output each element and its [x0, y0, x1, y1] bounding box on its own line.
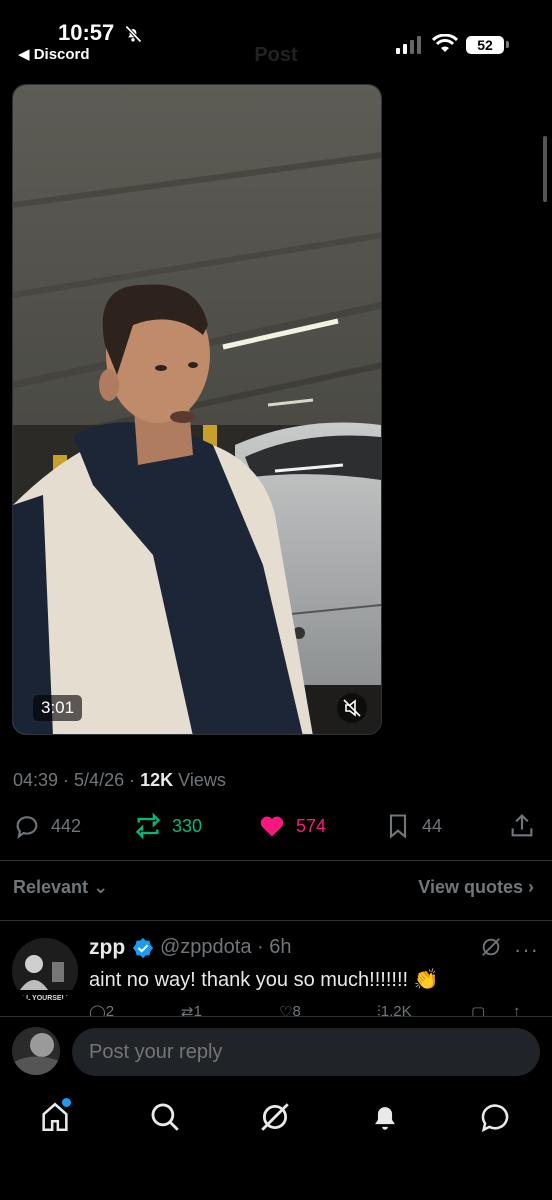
views-label: Views	[178, 770, 226, 790]
bell-off-icon	[125, 25, 142, 43]
reply-author-name[interactable]: zpp	[89, 936, 125, 960]
mute-icon[interactable]	[337, 693, 367, 723]
video-player[interactable]: 3:01	[12, 84, 382, 735]
share-icon	[511, 814, 533, 837]
reply-actions: ◯ 2 ⇄ 1 ♡ 8 ⫶ 1.2K ▢ ↑	[89, 1003, 529, 1017]
cellular-signal-icon	[396, 36, 421, 54]
tab-grok[interactable]	[258, 1100, 292, 1134]
sort-label: Relevant	[13, 877, 89, 897]
chevron-down-icon: ⌄	[93, 877, 109, 897]
post-actions: 442 330 574 44	[0, 812, 552, 848]
reply-reply-count: 2	[105, 1003, 115, 1017]
reply-views-button[interactable]: ⫶ 1.2K	[377, 1003, 412, 1017]
views-count: 12K	[140, 770, 174, 790]
tab-search[interactable]	[148, 1100, 182, 1134]
chevron-right-icon: ›	[528, 877, 534, 897]
compose-bar	[0, 1016, 552, 1088]
reply-count: 442	[51, 815, 82, 836]
tab-messages[interactable]	[478, 1100, 512, 1134]
svg-text:ILL YOURSELF: ILL YOURSELF	[20, 995, 71, 1002]
bookmark-button[interactable]: 44	[384, 812, 442, 840]
avatar-image: ILL YOURSELF	[12, 938, 78, 1004]
reply-handle-time[interactable]: @zppdota · 6h	[160, 936, 292, 959]
message-icon	[481, 1104, 509, 1133]
divider	[0, 860, 552, 861]
tab-notifications[interactable]	[368, 1100, 402, 1134]
divider	[0, 920, 552, 921]
reply-bookmark-icon[interactable]: ▢	[471, 1003, 485, 1017]
bottom-tab-bar	[0, 1090, 552, 1150]
scrollbar[interactable]	[543, 136, 547, 202]
wifi-icon	[432, 34, 458, 52]
video-duration: 3:01	[33, 695, 83, 721]
reply-views-count: 1.2K	[380, 1003, 412, 1017]
bookmark-icon	[389, 814, 407, 839]
post-time: 04:39	[13, 770, 59, 790]
reply-share-icon[interactable]: ↑	[513, 1003, 521, 1017]
like-button[interactable]: 574	[258, 812, 326, 840]
video-frame	[13, 85, 381, 734]
reply-like-button[interactable]: ♡ 8	[279, 1003, 301, 1017]
grok-icon	[261, 1103, 289, 1131]
bookmark-count: 44	[422, 815, 443, 836]
user-avatar-image	[12, 1027, 60, 1075]
user-avatar[interactable]	[12, 1027, 60, 1075]
view-quotes-link[interactable]: View quotes ›	[418, 877, 534, 898]
search-icon	[151, 1103, 179, 1131]
share-button[interactable]	[508, 812, 536, 840]
reply-button[interactable]: 442	[13, 812, 81, 840]
battery-tip	[506, 41, 509, 48]
reply-repost-button[interactable]: ⇄ 1	[181, 1003, 202, 1017]
repost-count: 330	[172, 815, 203, 836]
view-quotes-label: View quotes	[418, 877, 523, 897]
more-options-icon[interactable]: ···	[514, 937, 539, 963]
reply-avatar[interactable]: ILL YOURSELF	[12, 938, 78, 1004]
reply-like-count: 8	[292, 1003, 301, 1017]
sort-dropdown[interactable]: Relevant ⌄	[13, 877, 108, 898]
reply-reply-button[interactable]: ◯ 2	[89, 1003, 114, 1017]
post-meta: 04:39 · 5/4/26 · 12K Views	[13, 770, 226, 790]
heart-icon	[260, 816, 284, 837]
bell-icon	[375, 1107, 395, 1130]
reply-input[interactable]	[72, 1028, 540, 1076]
status-bar: 10:57 ◀ Discord Post 52	[0, 0, 552, 72]
clock: 10:57	[58, 20, 115, 45]
verified-badge-icon	[132, 937, 154, 959]
reply-repost-count: 1	[193, 1003, 202, 1017]
like-count: 574	[296, 815, 327, 836]
reply-text: aint no way! thank you so much!!!!!!! 👏	[89, 969, 439, 991]
repost-button[interactable]: 330	[134, 812, 202, 840]
grok-icon[interactable]	[480, 936, 502, 958]
battery-indicator: 52	[466, 36, 504, 54]
home-notification-dot	[62, 1098, 71, 1107]
post-date: 5/4/26	[74, 770, 125, 790]
repost-icon	[135, 812, 161, 840]
reply-icon	[16, 816, 38, 840]
